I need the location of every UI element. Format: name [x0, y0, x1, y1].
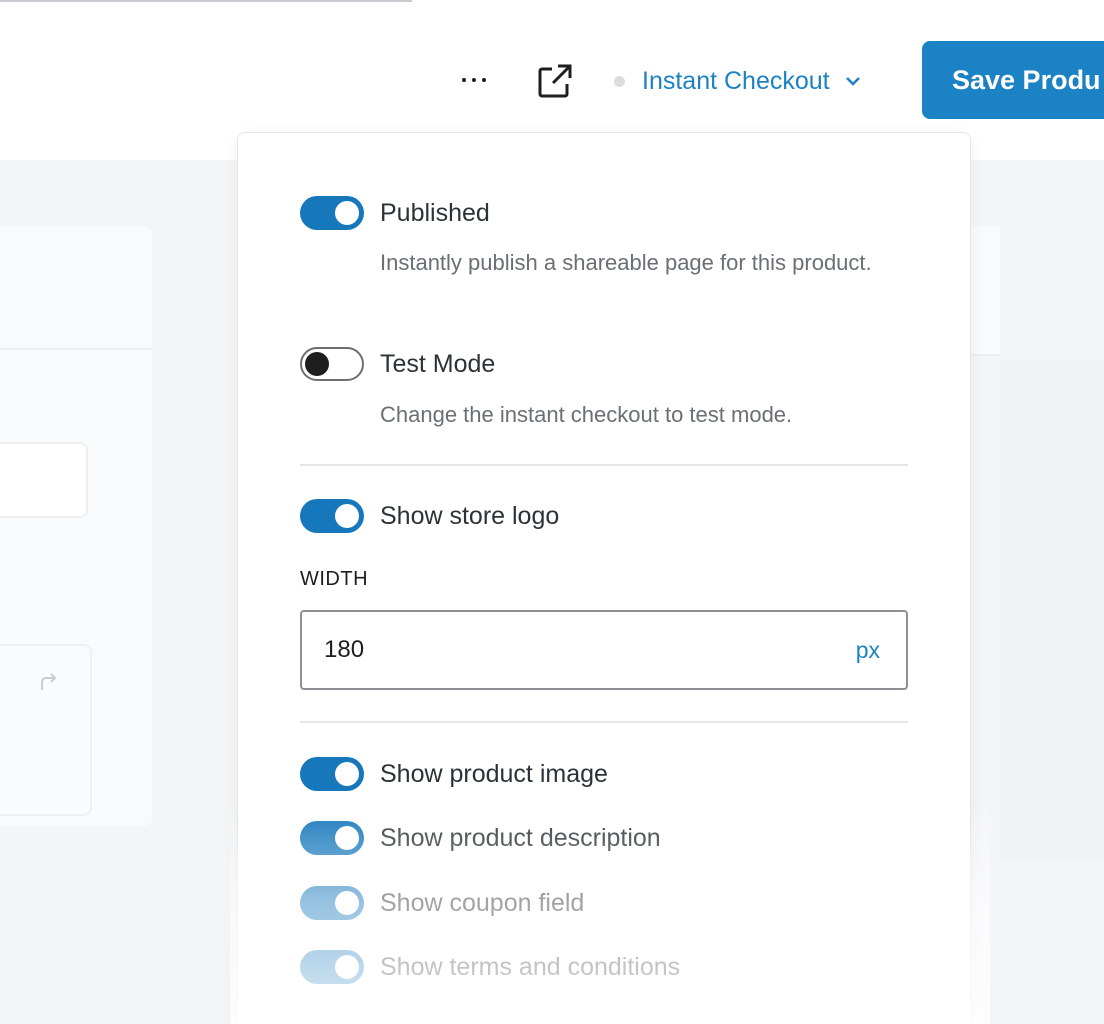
show-product-image-toggle[interactable] — [300, 757, 364, 791]
show-product-description-label: Show product description — [380, 823, 661, 852]
show-product-image-label: Show product image — [380, 759, 608, 788]
redo-icon — [41, 673, 57, 690]
ellipsis-icon — [462, 78, 466, 82]
published-label: Published — [380, 198, 490, 227]
test-mode-help-text: Change the instant checkout to test mode… — [380, 402, 793, 427]
width-value: 180 — [324, 636, 365, 663]
open-external-button[interactable] — [536, 62, 574, 100]
show-product-description-toggle[interactable] — [300, 821, 364, 855]
chevron-down-icon — [845, 77, 860, 86]
background-input — [0, 442, 88, 518]
show-terms-toggle[interactable] — [300, 950, 364, 984]
show-store-logo-label: Show store logo — [380, 501, 560, 530]
status-dot — [614, 76, 625, 87]
save-product-button[interactable]: Save Produ — [922, 41, 1104, 119]
show-product-image-row[interactable]: Show product image — [300, 757, 608, 791]
show-product-description-row[interactable]: Show product description — [300, 821, 661, 855]
checkout-mode-dropdown[interactable]: Instant Checkout — [642, 64, 862, 98]
width-unit: px — [855, 636, 880, 663]
progress-line — [0, 0, 412, 2]
show-coupon-field-row[interactable]: Show coupon field — [300, 886, 584, 920]
external-link-icon — [538, 64, 572, 98]
published-toggle-row[interactable]: Published — [300, 196, 490, 230]
section-divider — [300, 464, 908, 466]
show-store-logo-toggle[interactable] — [300, 499, 364, 533]
checkout-mode-label: Instant Checkout — [642, 66, 830, 95]
section-divider — [300, 721, 908, 723]
published-toggle[interactable] — [300, 196, 364, 230]
width-input[interactable]: 180 px — [300, 610, 908, 690]
show-coupon-field-label: Show coupon field — [380, 888, 585, 917]
published-help-text: Instantly publish a shareable page for t… — [380, 250, 872, 275]
test-mode-toggle-row[interactable]: Test Mode — [300, 347, 495, 381]
more-options-button[interactable] — [452, 60, 496, 100]
show-coupon-field-toggle[interactable] — [300, 886, 364, 920]
test-mode-label: Test Mode — [380, 349, 496, 378]
show-terms-row[interactable]: Show terms and conditions — [300, 950, 680, 984]
show-store-logo-row[interactable]: Show store logo — [300, 499, 559, 533]
background-card-right — [970, 226, 1000, 356]
background-divider — [0, 348, 152, 350]
test-mode-toggle[interactable] — [300, 347, 364, 381]
width-label: WIDTH — [300, 568, 369, 590]
show-terms-label: Show terms and conditions — [380, 952, 681, 981]
background-box — [0, 644, 92, 816]
background-strip-right — [1000, 360, 1104, 860]
